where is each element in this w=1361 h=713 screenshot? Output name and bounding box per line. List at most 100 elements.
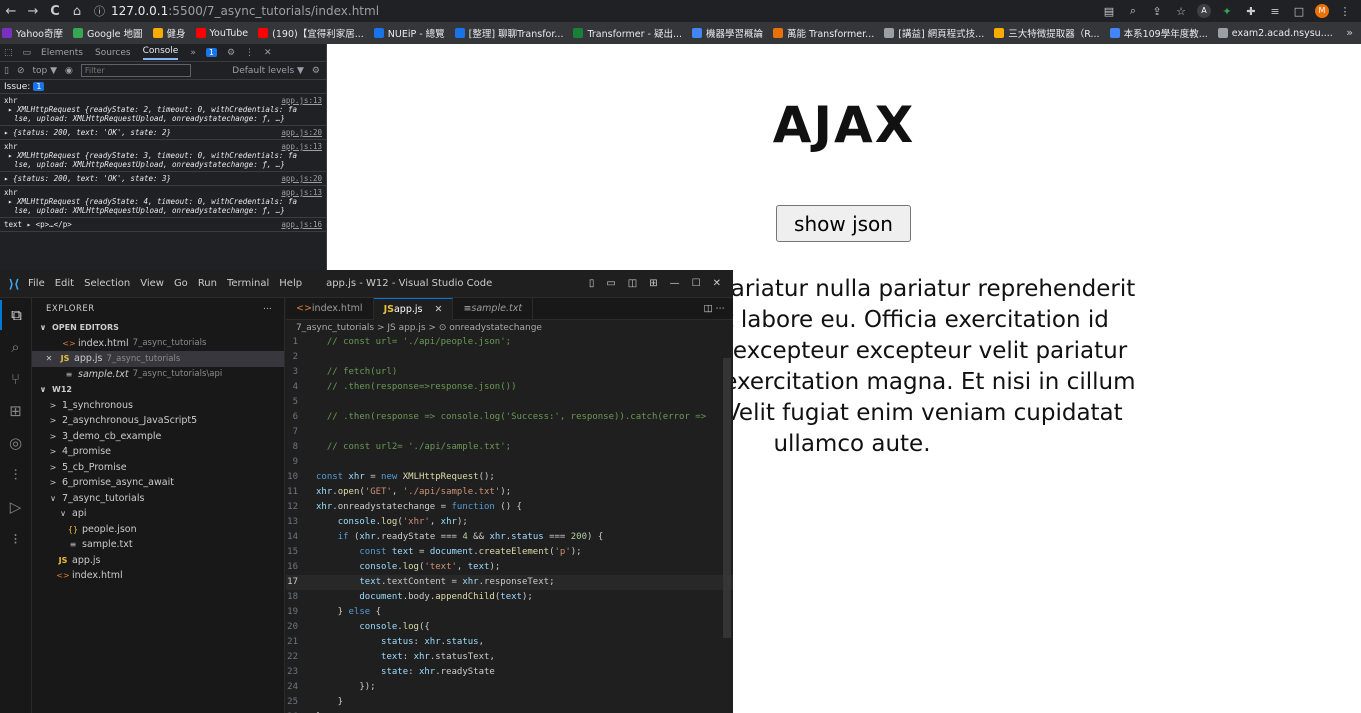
bookmark-item[interactable]: Transformer - 疑出... (573, 26, 682, 40)
explorer-icon[interactable]: ⧉ (0, 300, 31, 330)
kebab-icon[interactable]: ⋮ (245, 48, 254, 58)
code-line[interactable]: 23 state: xhr.readyState (286, 665, 733, 680)
log-source-link[interactable]: app.js:20 (281, 174, 322, 183)
explorer-more-icon[interactable]: ⋯ (263, 304, 284, 314)
profile-icon[interactable]: M (1315, 4, 1329, 18)
breadcrumb[interactable]: 7_async_tutorials > JS app.js > ⊙ onread… (286, 320, 733, 335)
zoom-icon[interactable]: ⌕ (1125, 4, 1141, 18)
tree-item[interactable]: >6_promise_async_await (32, 475, 284, 491)
code-line[interactable]: 21 status: xhr.status, (286, 635, 733, 650)
bookmark-item[interactable]: 本系109學年度教... (1109, 26, 1208, 40)
bookmarks-more-icon[interactable]: » (1346, 26, 1353, 39)
code-line[interactable]: 24 }); (286, 680, 733, 695)
console-settings-icon[interactable]: ⚙ (312, 66, 326, 76)
code-line[interactable]: 7 (286, 425, 733, 440)
tree-item[interactable]: >5_cb_Promise (32, 460, 284, 476)
code-line[interactable]: 10 const xhr = new XMLHttpRequest(); (286, 470, 733, 485)
toggle-panel-icon[interactable]: ▭ (606, 278, 615, 289)
remote-icon[interactable]: ◎ (0, 428, 31, 458)
console-log-entry[interactable]: app.js:20 ▸ {status: 200, text: 'OK', sta… (0, 126, 326, 140)
open-editor-item[interactable]: <> index.html 7_async_tutorials (32, 336, 284, 352)
toggle-secondary-icon[interactable]: ◫ (628, 278, 637, 289)
code-line[interactable]: 4 // .then(response=>response.json()) (286, 380, 733, 395)
maximize-icon[interactable]: ☐ (692, 278, 701, 289)
code-line[interactable]: 14 if (xhr.readyState === 4 && xhr.statu… (286, 530, 733, 545)
bookmark-item[interactable]: [講益] 網頁程式技... (884, 26, 984, 40)
diff-icon[interactable]: ⫶ (0, 460, 31, 490)
close-icon[interactable]: ✕ (264, 48, 272, 58)
issues-badge[interactable]: 1 (205, 48, 217, 57)
code-line[interactable]: 20 console.log({ (286, 620, 733, 635)
code-line[interactable]: 18 document.body.appendChild(text); (286, 590, 733, 605)
code-line[interactable]: 25 } (286, 695, 733, 710)
editor-actions-icon[interactable]: ◫ ⋯ (704, 303, 734, 314)
log-source-link[interactable]: app.js:13 (281, 96, 322, 105)
menu-icon[interactable]: ⋮ (1337, 5, 1353, 18)
code-line[interactable]: 3 // fetch(url) (286, 365, 733, 380)
open-editors-section[interactable]: ∨ OPEN EDITORS (32, 320, 284, 336)
run-debug-icon[interactable]: ▷ (0, 492, 31, 522)
source-control-icon[interactable]: ⑂ (0, 364, 31, 394)
bookmark-item[interactable]: 健身 (152, 26, 186, 40)
forward-icon[interactable]: → (22, 4, 44, 19)
tree-item[interactable]: ∨ api (32, 506, 284, 522)
console-filter-input[interactable] (80, 64, 191, 77)
window-close-icon[interactable]: ✕ (713, 278, 721, 289)
code-line[interactable]: 11 xhr.open('GET', './api/sample.txt'); (286, 485, 733, 500)
eye-icon[interactable]: ◉ (65, 66, 73, 76)
show-json-button[interactable]: show json (776, 205, 911, 242)
console-log-entry[interactable]: app.js:13 xhr ▸ XMLHttpRequest {readyState… (0, 140, 326, 172)
workspace-section[interactable]: ∨ W12 (32, 382, 284, 398)
menu-file[interactable]: File (28, 278, 45, 289)
open-editor-item[interactable]: ≡ sample.txt 7_async_tutorials\api (32, 367, 284, 383)
bookmark-item[interactable]: NUEiP - 總覽 (373, 26, 445, 40)
issues-row[interactable]: Issue: 1 (0, 80, 326, 94)
menu-run[interactable]: Run (198, 278, 217, 289)
tree-item[interactable]: >4_promise (32, 444, 284, 460)
star-icon[interactable]: ☆ (1173, 5, 1189, 18)
code-line[interactable]: 16 console.log('text', text); (286, 560, 733, 575)
address-bar[interactable]: ⓘ 127.0.0.1:5500/7_async_tutorials/index… (94, 2, 1101, 20)
tree-item[interactable]: >2_asynchronous_JavaScript5 (32, 413, 284, 429)
bookmark-item[interactable]: 三大特徵提取器（R... (994, 26, 1100, 40)
tab-app-js[interactable]: JS app.js ✕ (373, 297, 454, 320)
toggle-sidebar-icon[interactable]: ▯ (589, 278, 595, 289)
code-line[interactable]: 17 text.textContent = xhr.responseText; (286, 575, 733, 590)
code-line[interactable]: 8 // const url2= './api/sample.txt'; (286, 440, 733, 455)
console-log-entry[interactable]: app.js:16 text ▸ <p>…</p> (0, 218, 326, 232)
code-line[interactable]: 6 // .then(response => console.log('Succ… (286, 410, 733, 425)
bookmark-item[interactable]: exam2.acad.nsysu.... (1217, 28, 1333, 39)
bookmark-item[interactable]: (190)【宜得利家居... (258, 26, 364, 40)
gear-icon[interactable]: ⚙ (227, 48, 235, 58)
tree-item[interactable]: JS app.js (32, 553, 284, 569)
code-line[interactable]: 15 const text = document.createElement('… (286, 545, 733, 560)
puzzle-icon[interactable]: ✚ (1243, 5, 1259, 18)
console-log-entry[interactable]: app.js:13 xhr ▸ XMLHttpRequest {readyState… (0, 94, 326, 126)
log-object-line[interactable]: ▸ {status: 200, text: 'OK', state: 2} (4, 128, 322, 137)
bookmark-item[interactable]: [整理] 聊聊Transfor... (454, 26, 563, 40)
open-editor-item[interactable]: ✕ JS app.js 7_async_tutorials (32, 351, 284, 367)
close-editor-icon[interactable]: ✕ (42, 354, 56, 363)
search-icon[interactable]: ⌕ (0, 332, 31, 362)
tree-item[interactable]: >1_synchronous (32, 398, 284, 414)
bookmark-item[interactable]: 機器學習概論 (692, 26, 763, 40)
editor-scrollbar[interactable] (723, 358, 731, 638)
inspect-icon[interactable]: ⬚ (4, 48, 13, 58)
tree-item[interactable]: ∨ 7_async_tutorials (32, 491, 284, 507)
code-line[interactable]: 1 // const url= './api/people.json'; (286, 335, 733, 350)
log-source-link[interactable]: app.js:13 (281, 142, 322, 151)
clear-console-icon[interactable]: ⊘ (17, 66, 25, 76)
tab-sample-txt[interactable]: ≡ sample.txt (453, 297, 534, 320)
sidebar-toggle-icon[interactable]: ▯ (4, 66, 9, 76)
log-object-line[interactable]: ▸ XMLHttpRequest {readyState: 2, timeout… (4, 105, 322, 114)
home-icon[interactable]: ⌂ (66, 4, 88, 19)
tree-item[interactable]: ≡ sample.txt (32, 537, 284, 553)
menu-go[interactable]: Go (174, 278, 188, 289)
tree-item[interactable]: <> index.html (32, 568, 284, 584)
code-line[interactable]: 12 xhr.onreadystatechange = function () { (286, 500, 733, 515)
log-object-line[interactable]: ▸ XMLHttpRequest {readyState: 4, timeout… (4, 197, 322, 206)
translate-icon[interactable]: ▤ (1101, 5, 1117, 18)
menu-help[interactable]: Help (279, 278, 302, 289)
profile-a-icon[interactable]: A (1197, 4, 1211, 18)
outline-icon[interactable]: ⁝ (0, 524, 31, 554)
